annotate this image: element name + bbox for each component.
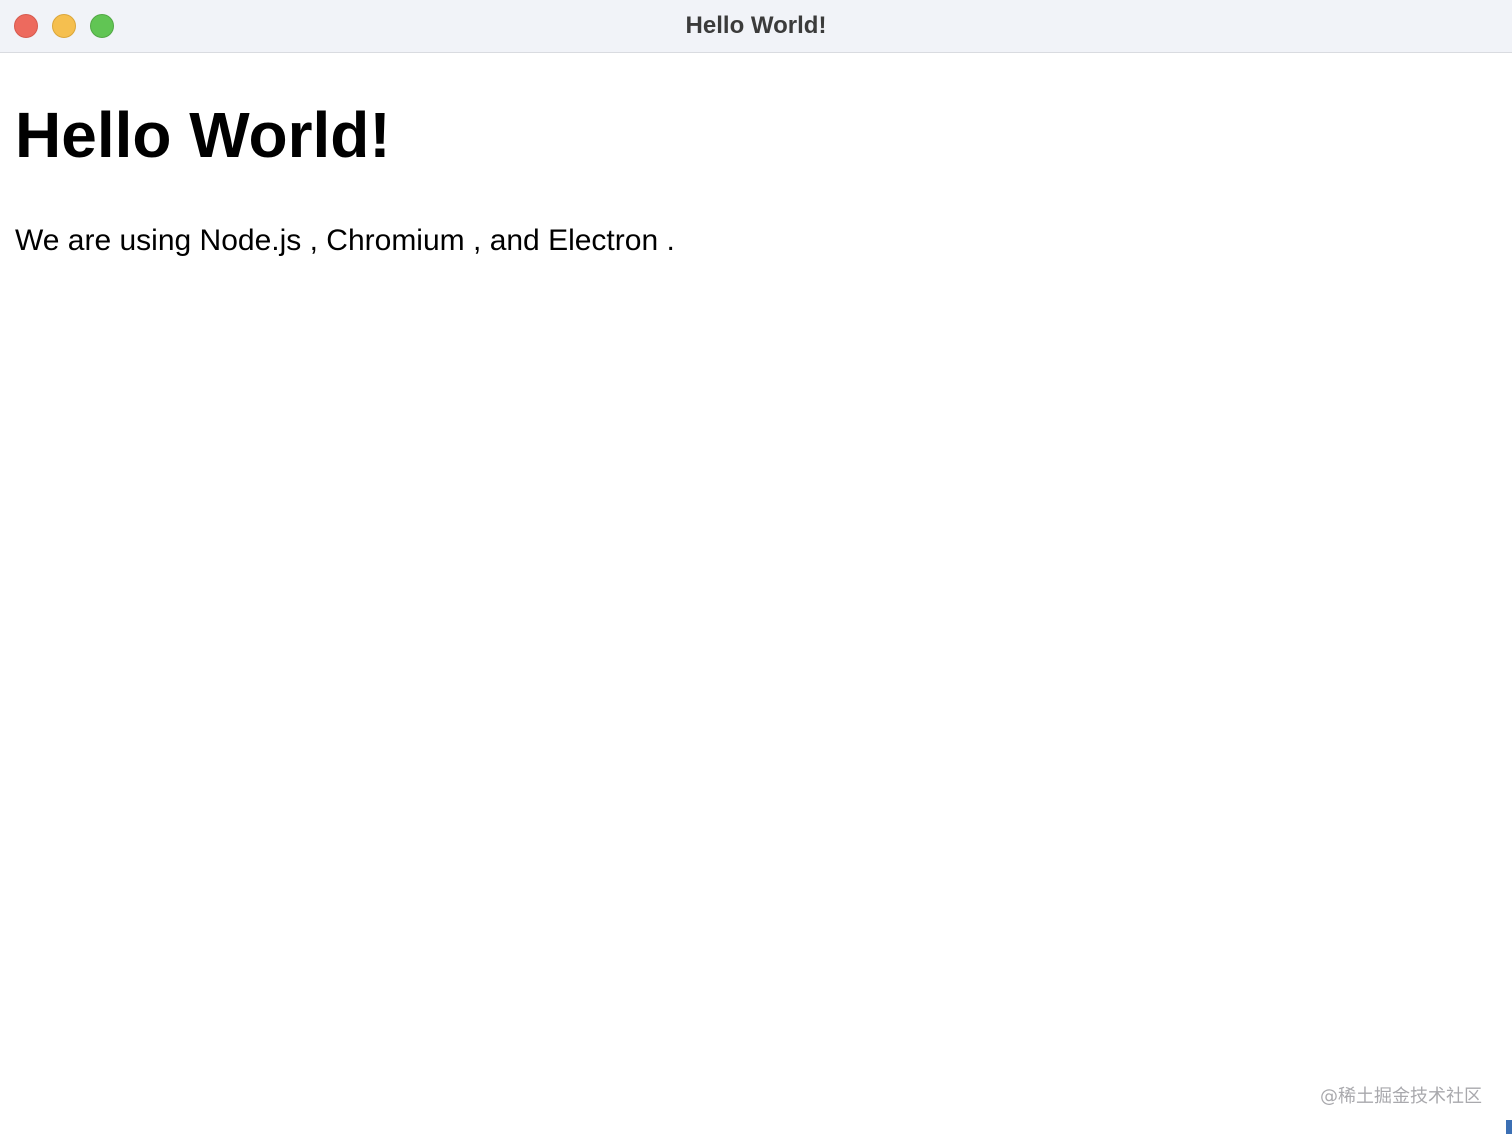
window-title: Hello World!	[685, 12, 827, 39]
paragraph-separator: ,	[473, 224, 482, 257]
paragraph-electron: and Electron	[489, 224, 659, 257]
versions-paragraph: We are using Node.js , Chromium , and El…	[15, 221, 675, 261]
title-bar[interactable]: Hello World!	[0, 0, 1512, 53]
paragraph-chromium: Chromium	[326, 224, 465, 257]
paragraph-prefix: We are using Node.js	[15, 224, 302, 257]
page-heading: Hello World!	[15, 99, 391, 171]
paragraph-end: .	[666, 224, 675, 257]
paragraph-separator: ,	[309, 224, 318, 257]
corner-accent	[1506, 1120, 1512, 1134]
app-window: Hello World! Hello World! We are using N…	[0, 0, 1512, 1134]
page-content: Hello World! We are using Node.js , Chro…	[0, 53, 1512, 1134]
watermark: @稀土掘金技术社区	[1320, 1086, 1482, 1107]
